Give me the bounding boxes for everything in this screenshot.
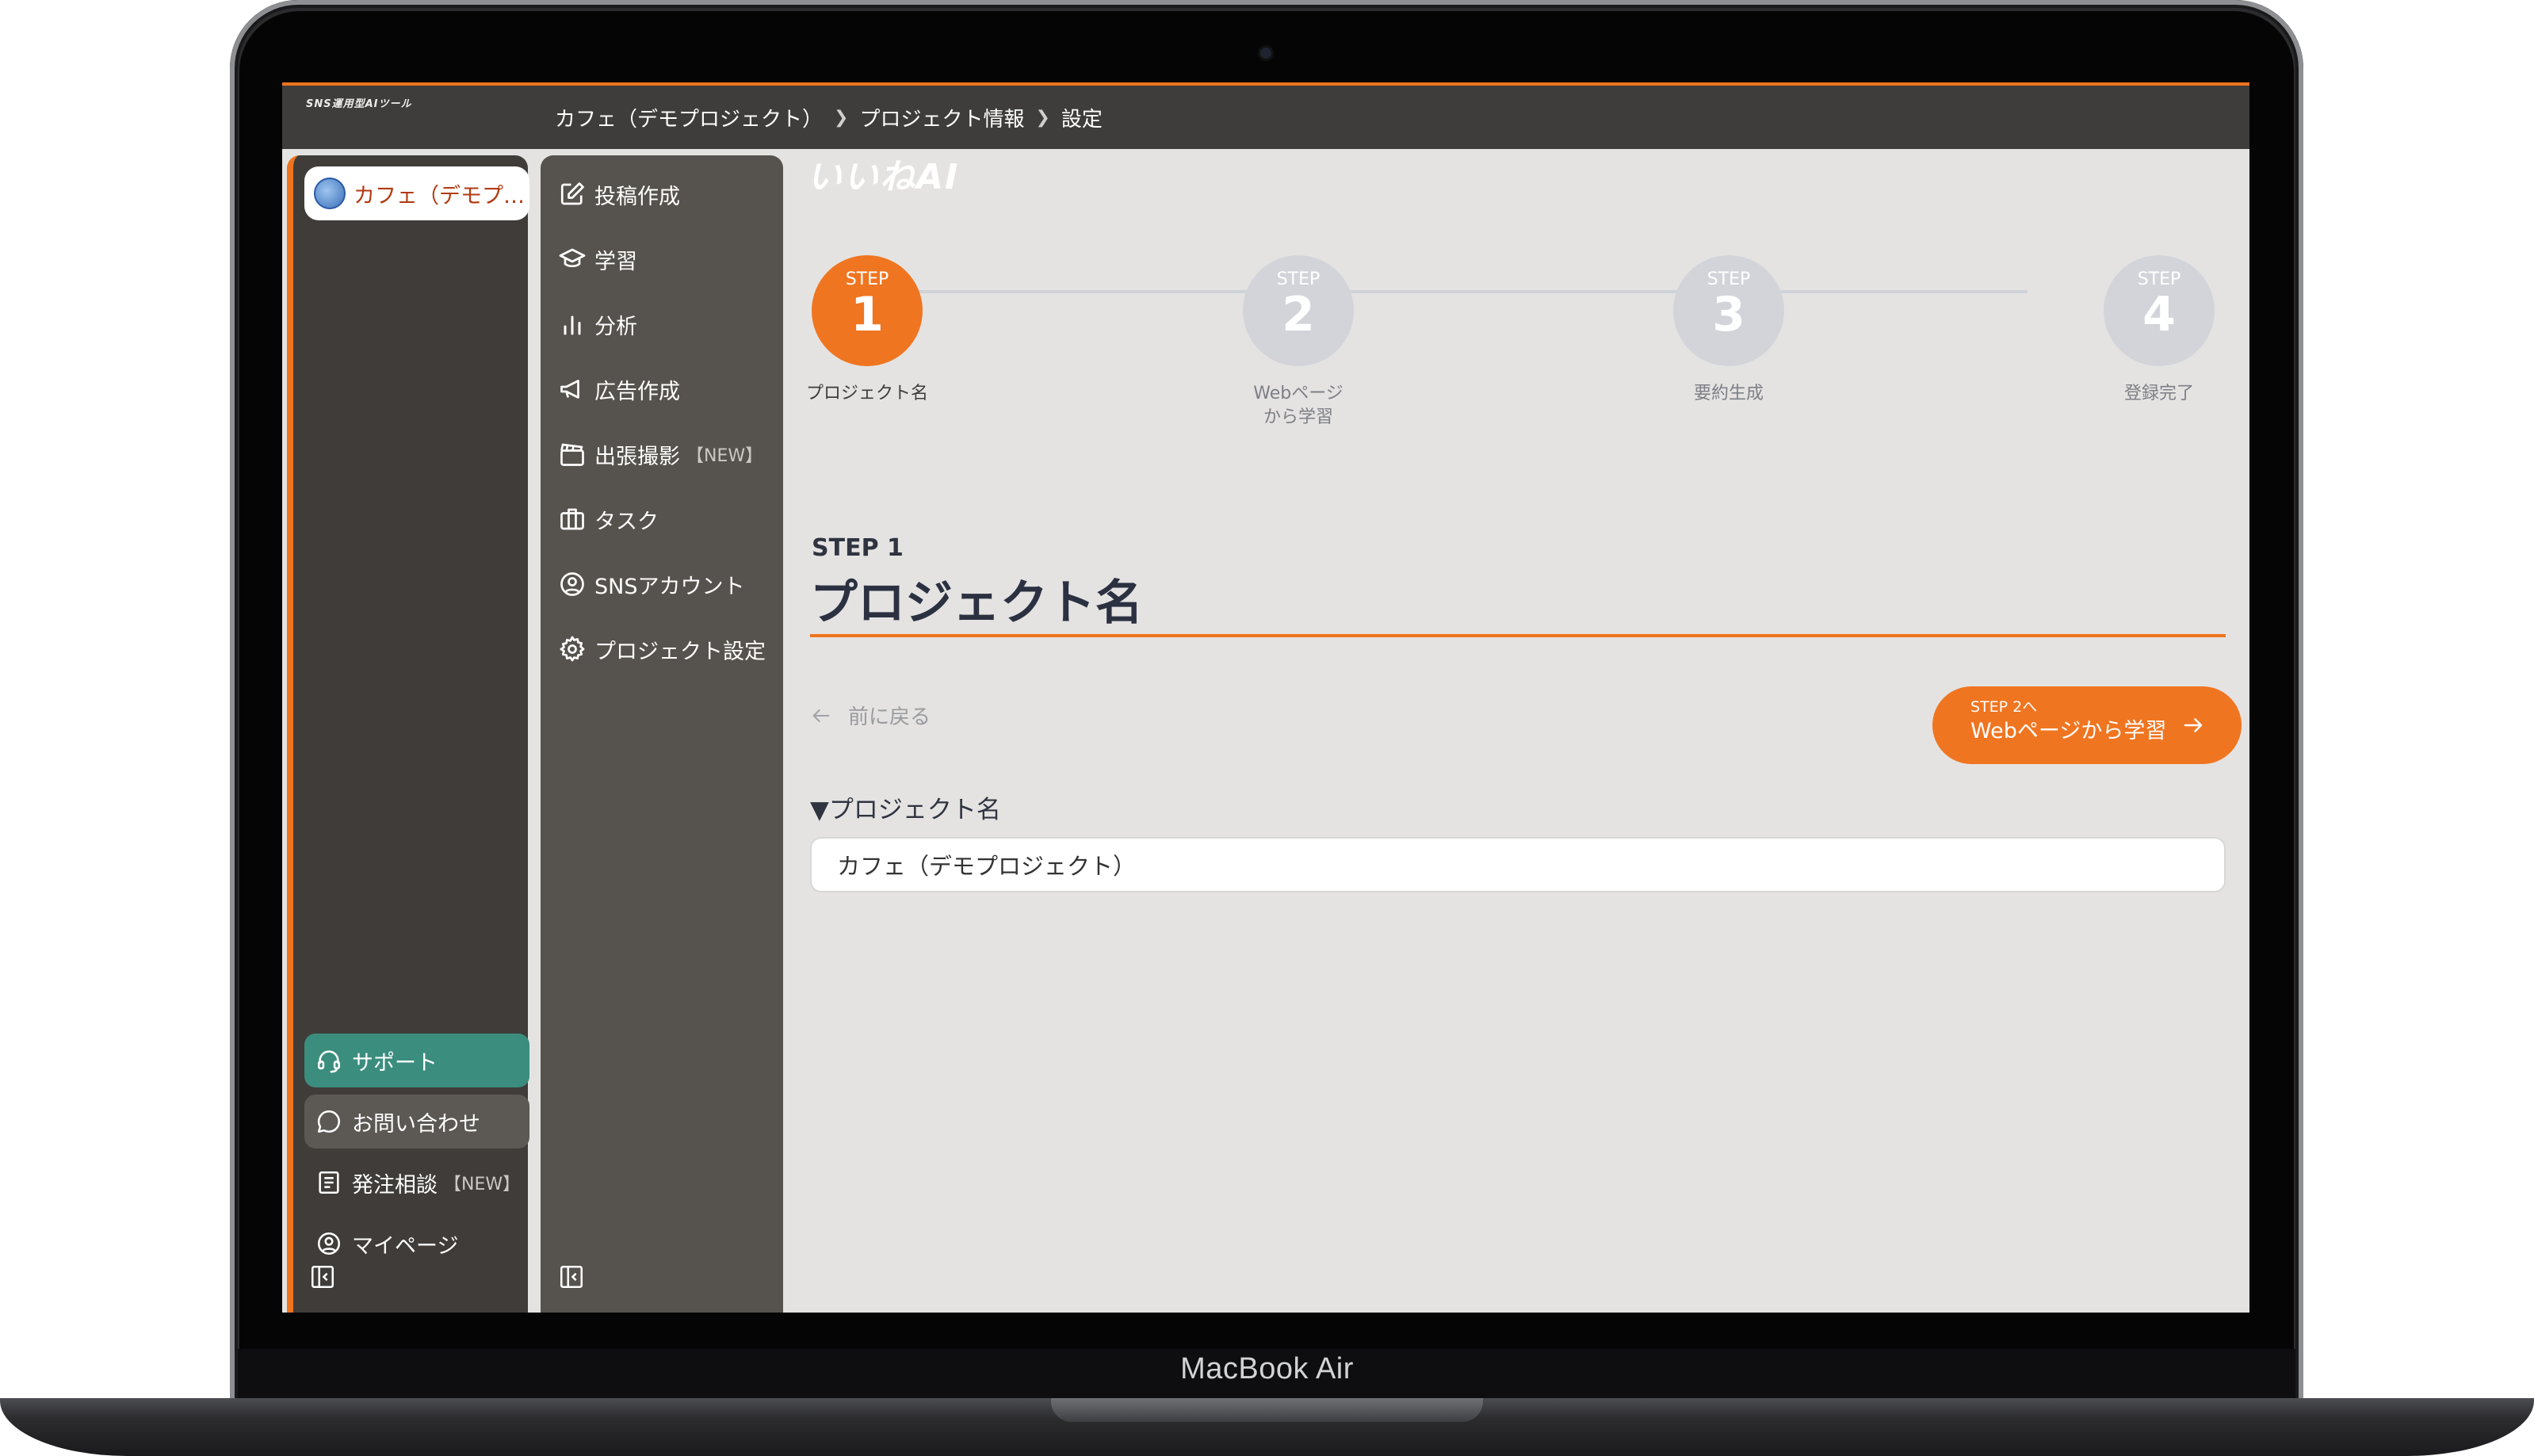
nav-item-label: タスク [594, 509, 659, 534]
project-sidebar: カフェ（デモプ… サポート お問い合わせ 発注相談 【NEW】 マイページ [287, 155, 529, 1313]
stepper-line [905, 290, 2028, 293]
headset-icon [317, 1050, 341, 1073]
nav-item-label: SNSアカウント [594, 574, 745, 599]
nav-item-create-post[interactable]: 投稿作成 [541, 162, 783, 227]
step-3-circle: STEP 3 [1673, 255, 1784, 366]
support-label: サポート [352, 1050, 438, 1076]
nav-item-ad-creation[interactable]: 広告作成 [541, 357, 783, 422]
back-label: 前に戻る [848, 705, 931, 729]
chat-bubble-icon [317, 1110, 341, 1133]
new-badge: 【NEW】 [444, 1175, 521, 1194]
breadcrumb-settings: 設定 [1061, 108, 1103, 132]
step-1-name: プロジェクト名 [805, 384, 928, 403]
app-logo[interactable]: SNS運用型AIツール いいねAI [306, 95, 957, 195]
breadcrumb-project[interactable]: カフェ（デモプロジェクト） [555, 103, 823, 132]
contact-label: お問い合わせ [352, 1111, 480, 1137]
gear-icon [560, 636, 585, 662]
device-brand-label: MacBook Air [1180, 1352, 1354, 1385]
briefcase-icon [560, 508, 584, 530]
breadcrumb: カフェ（デモプロジェクト） ❯ プロジェクト情報 ❯ 設定 [555, 103, 1103, 132]
nav-item-label: 出張撮影 [594, 444, 680, 469]
order-consultation-label: 発注相談 [352, 1172, 438, 1198]
breadcrumb-project-info[interactable]: プロジェクト情報 [859, 103, 1024, 132]
order-consultation-button[interactable]: 発注相談 【NEW】 [304, 1156, 529, 1210]
project-nav-list: 投稿作成 学習 分析 広告作成 出張撮影 【NEW】 タスク SNSアカウント … [541, 162, 783, 682]
nav-item-sns-accounts[interactable]: SNSアカウント [541, 552, 783, 617]
next-step-button[interactable]: STEP 2へ Webページから学習 [1932, 686, 2242, 764]
step-4-name: 登録完了 [2123, 384, 2194, 403]
nav-item-analytics[interactable]: 分析 [541, 292, 783, 357]
clapperboard-icon [560, 443, 584, 466]
nav-item-tasks[interactable]: タスク [541, 487, 783, 552]
step-2-circle: STEP 2 [1243, 255, 1354, 366]
chevron-right-icon: ❯ [834, 108, 849, 128]
arrow-left-icon [812, 709, 830, 722]
document-icon [319, 1171, 339, 1194]
step-4-circle: STEP 4 [2104, 255, 2215, 366]
title-divider [810, 634, 2226, 637]
app-screen: SNS運用型AIツール いいねAI カフェ（デモプロジェクト） ❯ プロジェクト… [282, 82, 2249, 1313]
sidebar-collapse-icon[interactable] [309, 1263, 336, 1290]
nav-item-label: 広告作成 [594, 379, 680, 404]
sidebar-bottom-menu: サポート お問い合わせ 発注相談 【NEW】 マイページ [304, 1034, 529, 1278]
step-number: 4 [2142, 287, 2176, 342]
nav-collapse-icon[interactable] [558, 1263, 585, 1290]
step-1-circle: STEP 1 [812, 255, 923, 366]
step-2-name: Webページ から学習 [1253, 384, 1343, 427]
nav-item-label: 分析 [594, 314, 637, 339]
nav-item-label: 学習 [594, 249, 637, 274]
megaphone-icon [560, 380, 579, 399]
step-number: 3 [1712, 287, 1745, 342]
section-step-heading: STEP 1 [812, 534, 904, 562]
project-nav: 投稿作成 学習 分析 広告作成 出張撮影 【NEW】 タスク SNSアカウント … [541, 155, 783, 1313]
step-number: 1 [850, 287, 884, 342]
bar-chart-icon [564, 315, 581, 335]
arrow-right-icon [2184, 718, 2203, 732]
logo-tagline: SNS運用型AIツール [306, 98, 412, 110]
user-circle-icon [317, 1232, 341, 1255]
mypage-label: マイページ [352, 1233, 459, 1259]
nav-item-learning[interactable]: 学習 [541, 227, 783, 292]
new-badge: 【NEW】 [686, 446, 763, 466]
contact-button[interactable]: お問い合わせ [304, 1095, 529, 1148]
step-number: 2 [1282, 287, 1315, 342]
step-3-name: 要約生成 [1693, 384, 1764, 403]
stepper: STEP 1 プロジェクト名 STEP 2 Webページ から学習 STEP 3… [783, 149, 2249, 427]
chevron-right-icon: ❯ [1035, 108, 1050, 128]
camera-icon [1260, 48, 1271, 59]
mypage-button[interactable]: マイページ [304, 1217, 529, 1271]
project-name-input[interactable] [810, 837, 2226, 892]
user-circle-icon [560, 572, 584, 596]
project-avatar-icon [314, 178, 346, 209]
back-button[interactable]: 前に戻る [810, 701, 931, 730]
support-button[interactable]: サポート [304, 1034, 529, 1087]
edit-icon [560, 182, 584, 205]
graduation-cap-icon [559, 248, 586, 268]
nav-item-label: 投稿作成 [594, 184, 680, 209]
nav-item-label: プロジェクト設定 [594, 639, 766, 664]
main-content: STEP 1 プロジェクト名 STEP 2 Webページ から学習 STEP 3… [783, 149, 2249, 1313]
project-chip-label: カフェ（デモプ… [354, 183, 525, 208]
nav-item-photo-shoot[interactable]: 出張撮影 【NEW】 [541, 422, 783, 487]
project-name-label: ▼プロジェクト名 [810, 796, 1001, 824]
nav-item-project-settings[interactable]: プロジェクト設定 [541, 617, 783, 682]
page-title: プロジェクト名 [810, 575, 1143, 631]
top-bar: SNS運用型AIツール いいねAI カフェ（デモプロジェクト） ❯ プロジェクト… [282, 82, 2249, 195]
laptop-notch [1051, 1398, 1483, 1422]
project-switcher[interactable]: カフェ（デモプ… [304, 166, 529, 220]
